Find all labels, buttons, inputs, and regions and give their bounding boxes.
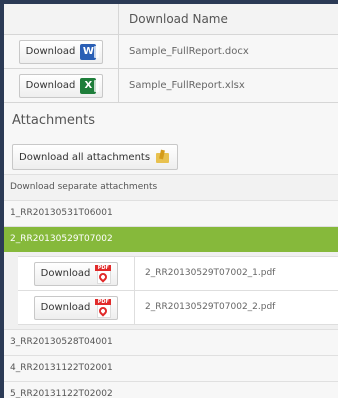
download-xlsx-button[interactable]: Download X (18, 73, 104, 98)
file-name: 2_RR20130529T07002_1.pdf (145, 268, 276, 278)
pdf-icon: PDF (95, 264, 112, 284)
attachment-group-item[interactable]: 1_RR20130531T06001 (4, 200, 338, 226)
folder-download-icon (155, 150, 171, 164)
download-all-label: Download all attachments (19, 151, 151, 163)
download-pdf-1-button[interactable]: Download PDF (33, 261, 119, 286)
download-button-label: Download (40, 302, 91, 313)
header-download-name: Download Name (129, 12, 228, 26)
pdf-icon: PDF (95, 298, 112, 318)
file-name: Sample_FullReport.xlsx (129, 80, 245, 91)
download-button-label: Download (25, 80, 76, 91)
header-button-column (4, 4, 119, 34)
download-pdf-2-button[interactable]: Download PDF (33, 295, 119, 320)
word-icon: W (80, 43, 100, 60)
report-download-table: Download Name Download W Sample_FullRepo… (4, 4, 338, 103)
table-header: Download Name (4, 4, 338, 35)
table-row: Download X Sample_FullReport.xlsx (4, 69, 338, 103)
download-button-label: Download (40, 268, 91, 279)
separate-attachments-label: Download separate attachments (4, 174, 338, 200)
download-all-attachments-button[interactable]: Download all attachments (12, 144, 179, 170)
attachment-group-item[interactable]: 4_RR20131122T02001 (4, 355, 338, 381)
attachment-file-row: Download PDF 2_RR20130529T07002_1.pdf (18, 256, 338, 291)
attachment-list: Download separate attachments 1_RR201305… (4, 174, 338, 398)
attachment-file-row: Download PDF 2_RR20130529T07002_2.pdf (18, 291, 338, 325)
attachments-title: Attachments (12, 113, 95, 128)
file-name: Sample_FullReport.docx (129, 46, 249, 57)
file-name: 2_RR20130529T07002_2.pdf (145, 302, 276, 312)
expanded-attachment-files: Download PDF 2_RR20130529T07002_1.pdf Do… (4, 252, 338, 329)
attachment-group-item-selected[interactable]: 2_RR20130529T07002 (4, 226, 338, 252)
download-panel: Download Name Download W Sample_FullRepo… (4, 4, 338, 398)
attachment-group-item[interactable]: 3_RR20130528T04001 (4, 329, 338, 355)
download-button-label: Download (25, 46, 76, 57)
download-docx-button[interactable]: Download W (18, 39, 104, 64)
excel-icon: X (80, 77, 100, 94)
attachment-group-item[interactable]: 5_RR20131122T02002 (4, 381, 338, 398)
table-row: Download W Sample_FullReport.docx (4, 35, 338, 69)
